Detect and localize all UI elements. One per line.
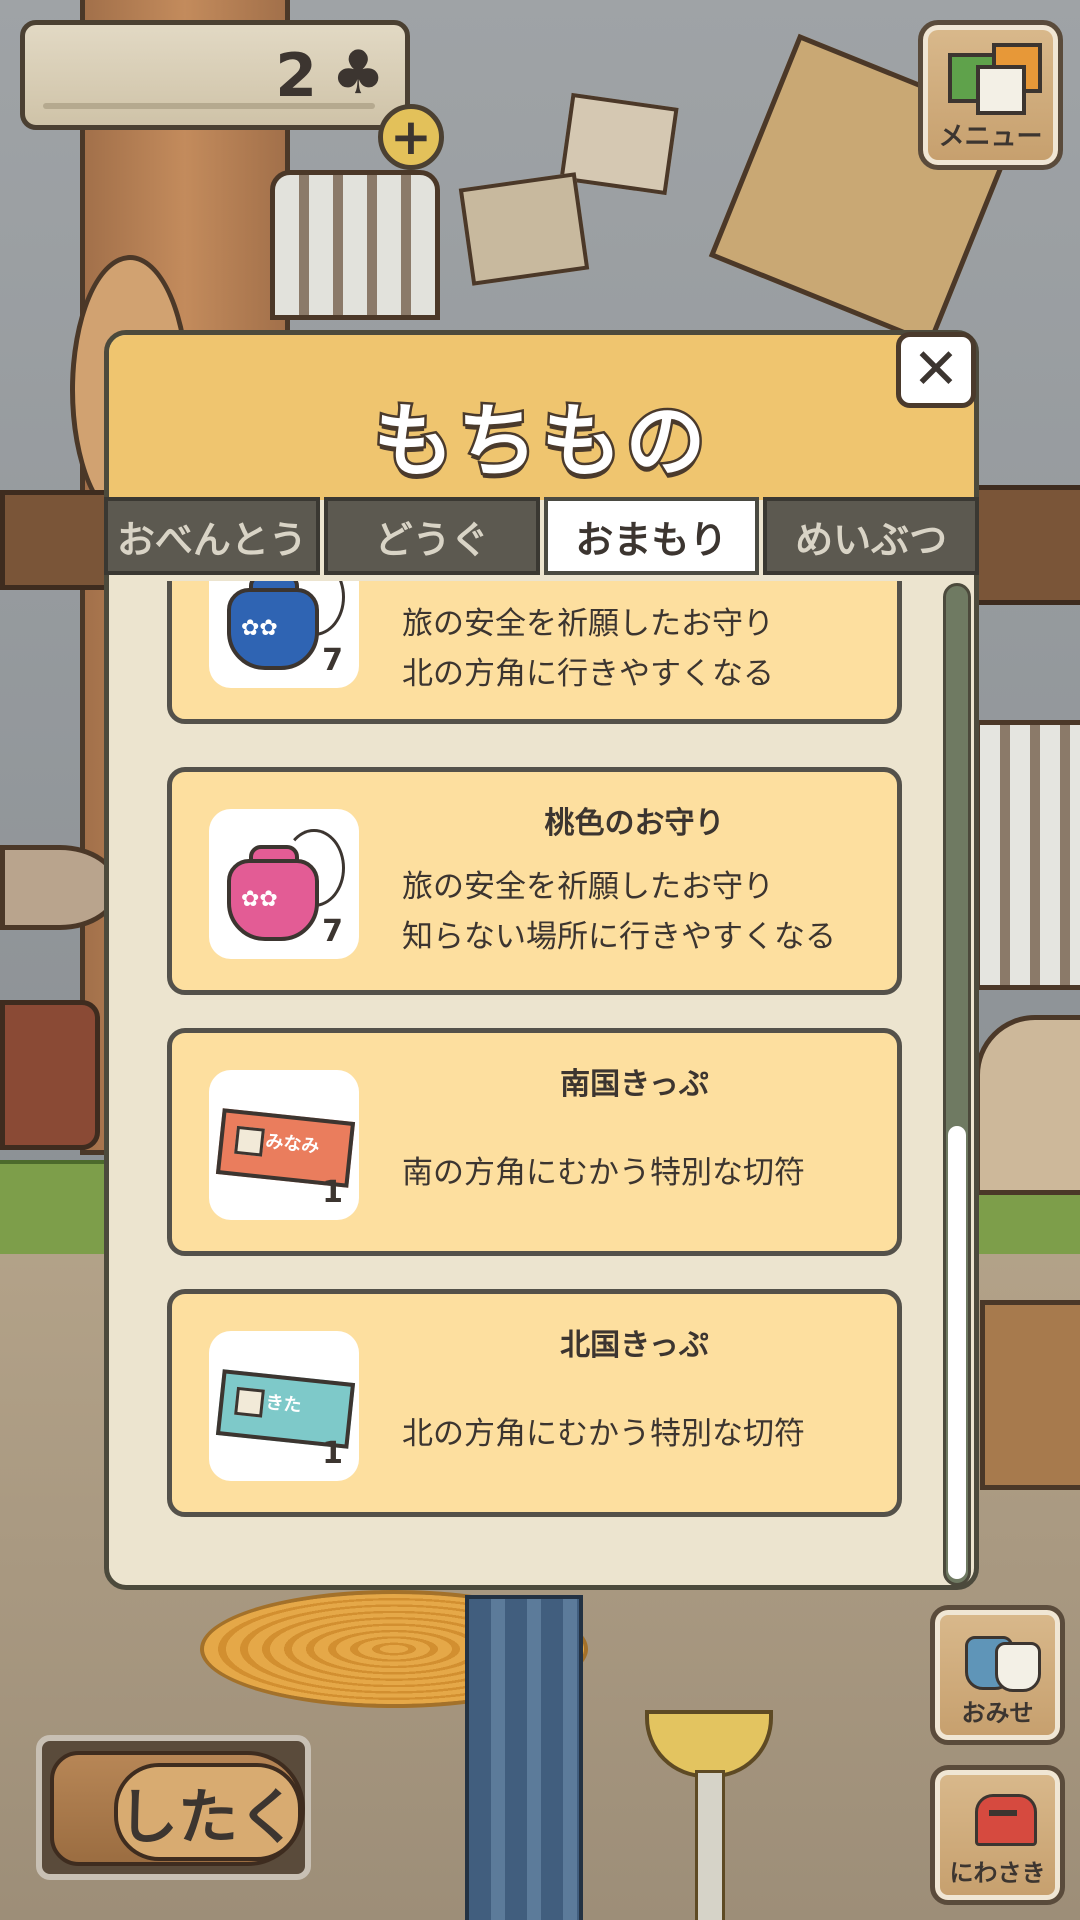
clover-icon: ♣	[331, 38, 385, 108]
item-name: 南国きっぷ	[560, 1067, 709, 1102]
tab-charms[interactable]: おまもり	[543, 497, 760, 575]
item-quantity: 1	[322, 1175, 343, 1210]
storage-box	[980, 1300, 1080, 1490]
dialog-title: もちもの	[371, 393, 710, 491]
tab-bento[interactable]: おべんとう	[104, 497, 320, 575]
item-thumbnail: みなみ 1	[209, 1070, 359, 1220]
item-list[interactable]: ✿✿ 7 旅の安全を祈願したお守り 北の方角に行きやすくなる ✿✿ 7 桃色のお…	[109, 581, 929, 1586]
item-description: 北の方角にむかう特別な切符	[402, 1416, 805, 1452]
item-quantity: 7	[322, 914, 343, 949]
menu-button[interactable]: メニュー	[918, 20, 1063, 170]
shop-label: おみせ	[961, 1699, 1034, 1727]
lamp-pole	[695, 1770, 725, 1920]
tab-specialties[interactable]: めいぶつ	[763, 497, 979, 575]
item-quantity: 1	[322, 1436, 343, 1471]
pinned-note	[559, 92, 679, 196]
shitaku-button[interactable]: したく	[36, 1735, 311, 1880]
item-name: 北国きっぷ	[560, 1328, 709, 1363]
list-item[interactable]: ✿✿ 7 旅の安全を祈願したお守り 北の方角に行きやすくなる	[167, 581, 902, 724]
item-description: 旅の安全を祈願したお守り 知らない場所に行きやすくなる	[402, 869, 836, 955]
divider	[43, 103, 375, 109]
close-button[interactable]: ✕	[896, 332, 976, 408]
list-item[interactable]: みなみ 1 南国きっぷ 南の方角にむかう特別な切符	[167, 1028, 902, 1256]
shitaku-label: したく	[114, 1763, 302, 1861]
curtain	[465, 1595, 583, 1920]
list-item[interactable]: きた 1 北国きっぷ 北の方角にむかう特別な切符	[167, 1289, 902, 1517]
fence	[975, 720, 1080, 990]
item-thumbnail: ✿✿ 7	[209, 809, 359, 959]
scrollbar[interactable]	[943, 583, 971, 1586]
scrollbar-thumb[interactable]	[948, 1126, 966, 1579]
table	[965, 485, 1080, 605]
mailbox-icon	[965, 1788, 1040, 1848]
shop-button[interactable]: おみせ	[930, 1605, 1065, 1745]
window	[270, 170, 440, 320]
blue-charm-icon: ✿✿	[227, 581, 345, 670]
log-icon: したく	[50, 1751, 305, 1866]
clover-count: 2	[275, 41, 317, 111]
list-item[interactable]: ✿✿ 7 桃色のお守り 旅の安全を祈願したお守り 知らない場所に行きやすくなる	[167, 767, 902, 995]
item-thumbnail: ✿✿ 7	[209, 581, 359, 688]
add-clover-button[interactable]: +	[378, 104, 444, 170]
tab-tools[interactable]: どうぐ	[323, 497, 540, 575]
oven	[975, 1015, 1080, 1195]
yard-button[interactable]: にわさき	[930, 1765, 1065, 1905]
item-description: 旅の安全を祈願したお守り 北の方角に行きやすくなる	[402, 606, 774, 692]
shop-bags-icon	[965, 1628, 1041, 1692]
jar	[0, 1000, 100, 1150]
pink-charm-icon: ✿✿	[227, 829, 345, 941]
mushroom-stool	[0, 845, 120, 930]
yard-label: にわさき	[949, 1859, 1046, 1887]
menu-icon	[948, 43, 1042, 123]
dialog-header: もちもの	[109, 335, 974, 500]
item-quantity: 7	[322, 643, 343, 678]
pinned-note	[458, 172, 590, 286]
tab-bar: おべんとう どうぐ おまもり めいぶつ	[104, 497, 979, 577]
menu-label: メニュー	[938, 122, 1043, 152]
item-thumbnail: きた 1	[209, 1331, 359, 1481]
clover-counter: 2 ♣	[20, 20, 410, 130]
item-name: 桃色のお守り	[544, 806, 725, 841]
item-description: 南の方角にむかう特別な切符	[402, 1155, 805, 1191]
